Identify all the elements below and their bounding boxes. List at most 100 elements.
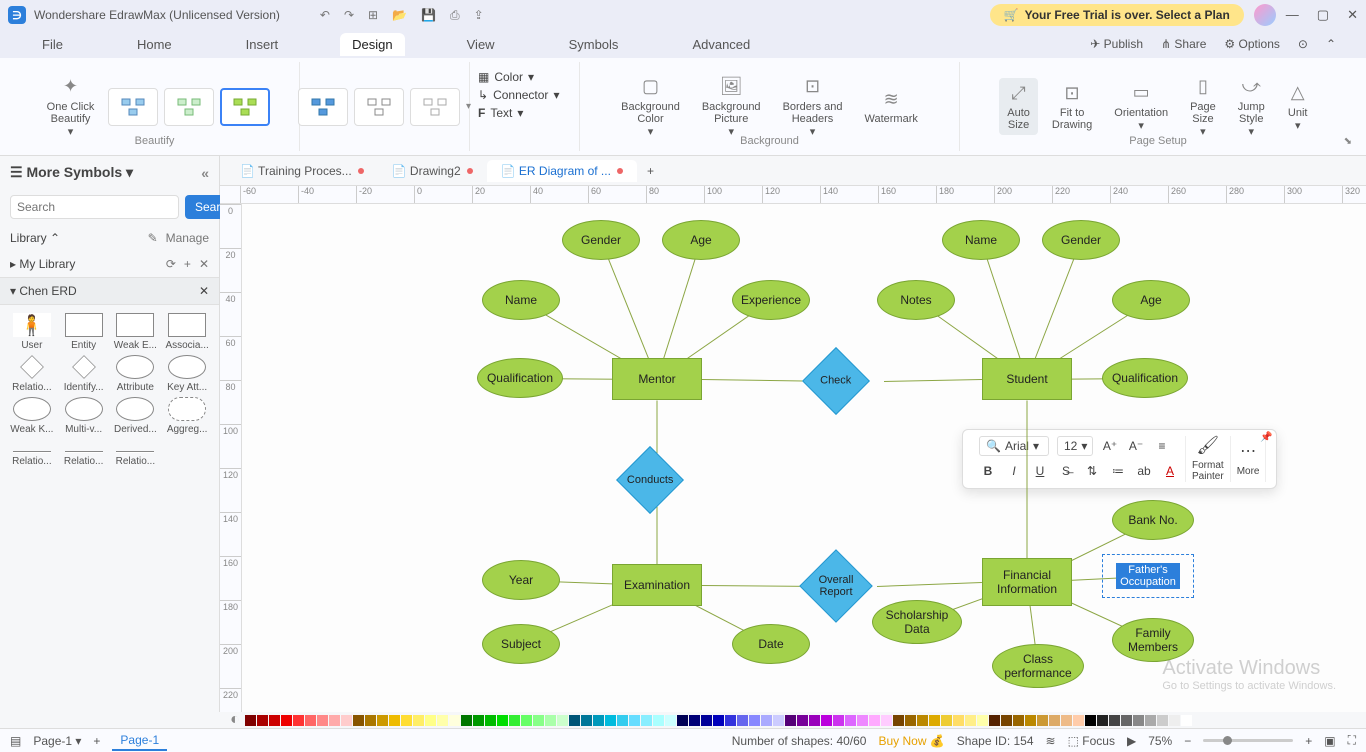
- erd-attribute[interactable]: Age: [1112, 280, 1190, 320]
- style-thumb-1[interactable]: [108, 88, 158, 126]
- shape-stencil[interactable]: Entity: [60, 313, 108, 351]
- color-swatch[interactable]: [845, 715, 856, 726]
- shape-stencil[interactable]: Relatio...: [8, 439, 56, 467]
- color-swatch[interactable]: [305, 715, 316, 726]
- color-swatch[interactable]: [665, 715, 676, 726]
- erd-entity[interactable]: Mentor: [612, 358, 702, 400]
- color-swatch[interactable]: [437, 715, 448, 726]
- minimize-button[interactable]: —: [1286, 7, 1299, 23]
- erd-attribute[interactable]: Notes: [877, 280, 955, 320]
- erd-relationship[interactable]: Overall Report: [799, 549, 873, 623]
- color-swatch[interactable]: [881, 715, 892, 726]
- doc-tab[interactable]: 📄 ER Diagram of ...: [487, 160, 637, 182]
- bg-color-button[interactable]: ▢Background Color ▾: [613, 72, 688, 142]
- erd-attribute[interactable]: Bank No.: [1112, 500, 1194, 540]
- bg-picture-button[interactable]: 🖼Background Picture ▾: [694, 72, 769, 142]
- color-swatch[interactable]: [353, 715, 364, 726]
- undo-icon[interactable]: ↶: [320, 8, 330, 23]
- erd-relationship[interactable]: Conducts: [616, 446, 684, 514]
- color-swatch[interactable]: [1025, 715, 1036, 726]
- color-swatch[interactable]: [461, 715, 472, 726]
- font-dec-icon[interactable]: A⁻: [1127, 437, 1145, 455]
- color-dropdown[interactable]: ▦ Color ▾: [478, 68, 534, 86]
- menu-advanced[interactable]: Advanced: [680, 33, 762, 56]
- options-button[interactable]: ⚙ Options: [1224, 37, 1279, 51]
- erd-attribute[interactable]: Qualification: [1102, 358, 1188, 398]
- color-swatch[interactable]: [941, 715, 952, 726]
- color-swatch[interactable]: [509, 715, 520, 726]
- erd-entity[interactable]: Examination: [612, 564, 702, 606]
- color-swatch[interactable]: [1061, 715, 1072, 726]
- color-swatch[interactable]: [977, 715, 988, 726]
- erd-entity[interactable]: Financial Information: [982, 558, 1072, 606]
- bullets-icon[interactable]: ≔: [1109, 462, 1127, 480]
- color-swatch[interactable]: [317, 715, 328, 726]
- trial-banner[interactable]: 🛒 Your Free Trial is over. Select a Plan: [990, 4, 1244, 26]
- style-thumb-6[interactable]: [410, 88, 460, 126]
- redo-icon[interactable]: ↷: [344, 8, 354, 23]
- color-swatch[interactable]: [965, 715, 976, 726]
- erd-attribute[interactable]: Gender: [1042, 220, 1120, 260]
- avatar[interactable]: [1254, 4, 1276, 26]
- erd-attribute[interactable]: Year: [482, 560, 560, 600]
- pin-icon[interactable]: 📌: [1260, 432, 1272, 443]
- erd-connector[interactable]: [1027, 401, 1028, 559]
- maximize-button[interactable]: ▢: [1317, 7, 1329, 23]
- shape-stencil[interactable]: Attribute: [112, 355, 160, 393]
- color-swatch[interactable]: [365, 715, 376, 726]
- color-swatch[interactable]: [953, 715, 964, 726]
- menu-home[interactable]: Home: [125, 33, 184, 56]
- menu-design[interactable]: Design: [340, 33, 404, 56]
- color-swatch[interactable]: [293, 715, 304, 726]
- color-swatch[interactable]: [257, 715, 268, 726]
- font-inc-icon[interactable]: A⁺: [1101, 437, 1119, 455]
- shape-stencil[interactable]: Aggreg...: [163, 397, 211, 435]
- color-swatch[interactable]: [533, 715, 544, 726]
- jump-style-button[interactable]: ⤻Jump Style ▾: [1230, 72, 1273, 142]
- one-click-beautify-button[interactable]: ✦One Click Beautify ▾: [39, 72, 103, 142]
- color-swatch[interactable]: [773, 715, 784, 726]
- collapse-ribbon-icon[interactable]: ⌃: [1326, 37, 1336, 51]
- color-swatch[interactable]: [377, 715, 388, 726]
- erd-attribute[interactable]: Class performance: [992, 644, 1084, 688]
- color-swatch[interactable]: [1001, 715, 1012, 726]
- color-swatch[interactable]: [905, 715, 916, 726]
- color-swatch[interactable]: [737, 715, 748, 726]
- erd-attribute[interactable]: Subject: [482, 624, 560, 664]
- style-thumb-4[interactable]: [298, 88, 348, 126]
- color-swatch[interactable]: [245, 715, 256, 726]
- shape-stencil[interactable]: Key Att...: [163, 355, 211, 393]
- notification-icon[interactable]: ⊙: [1298, 37, 1308, 51]
- page-size-button[interactable]: ▯Page Size ▾: [1182, 72, 1224, 142]
- new-icon[interactable]: ⊞: [368, 8, 378, 23]
- erd-connector[interactable]: [884, 379, 982, 382]
- erd-attribute[interactable]: Family Members: [1112, 618, 1194, 662]
- style-thumb-5[interactable]: [354, 88, 404, 126]
- erd-attribute[interactable]: Scholarship Data: [872, 600, 962, 644]
- color-swatch[interactable]: [617, 715, 628, 726]
- color-swatch[interactable]: [653, 715, 664, 726]
- font-color-icon[interactable]: A: [1161, 462, 1179, 480]
- erd-attribute[interactable]: Age: [662, 220, 740, 260]
- bold-icon[interactable]: B: [979, 462, 997, 480]
- shape-stencil[interactable]: Relatio...: [60, 439, 108, 467]
- erd-attribute[interactable]: Name: [942, 220, 1020, 260]
- borders-button[interactable]: ⊡Borders and Headers ▾: [775, 72, 851, 142]
- color-swatch[interactable]: [701, 715, 712, 726]
- color-swatch[interactable]: [629, 715, 640, 726]
- color-swatch[interactable]: [689, 715, 700, 726]
- library-toggle[interactable]: Library ⌃: [10, 231, 60, 245]
- align-icon[interactable]: ≡: [1153, 437, 1171, 455]
- erd-attribute[interactable]: Date: [732, 624, 810, 664]
- color-swatch[interactable]: [1073, 715, 1084, 726]
- font-size-select[interactable]: 12 ▾: [1057, 436, 1093, 456]
- erd-attribute[interactable]: Gender: [562, 220, 640, 260]
- color-swatch[interactable]: [1097, 715, 1108, 726]
- connector-dropdown[interactable]: ↳ Connector ▾: [478, 86, 559, 104]
- color-swatch[interactable]: [1049, 715, 1060, 726]
- strike-icon[interactable]: S̶: [1057, 462, 1075, 480]
- add-tab-icon[interactable]: +: [637, 164, 664, 178]
- color-swatch[interactable]: [809, 715, 820, 726]
- highlight-icon[interactable]: ab: [1135, 462, 1153, 480]
- color-swatch[interactable]: [797, 715, 808, 726]
